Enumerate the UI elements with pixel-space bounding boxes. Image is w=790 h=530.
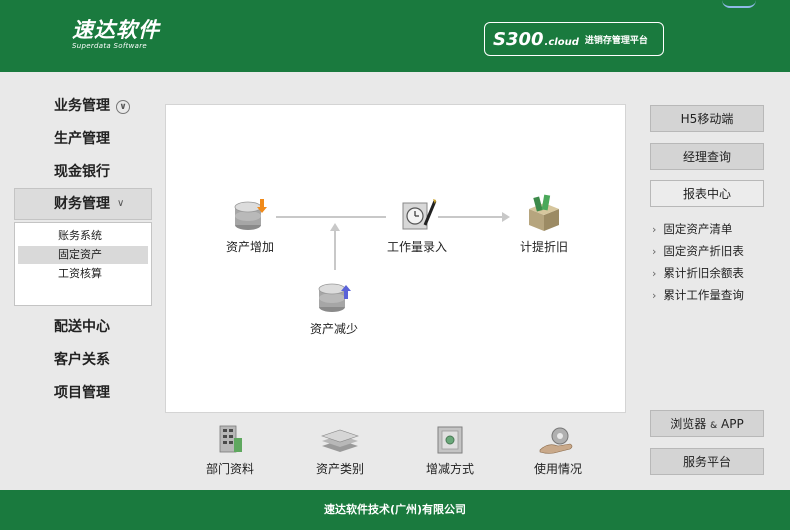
report-link-accumulated-balance[interactable]: › 累计折旧余额表 — [652, 264, 744, 282]
stacked-papers-icon — [321, 429, 359, 452]
database-reduce-icon — [318, 283, 351, 312]
submenu-item-payroll[interactable]: 工资核算 — [18, 265, 148, 283]
report-link-label: 固定资产折旧表 — [663, 244, 744, 258]
flow-node-asset-add[interactable]: 资产增加 — [220, 195, 280, 255]
flow-node-label: 工作量录入 — [386, 240, 447, 254]
flow-node-label: 计提折旧 — [519, 240, 568, 254]
browser-app-button[interactable]: 浏览器 & APP — [650, 410, 764, 437]
chevron-right-icon: › — [652, 245, 657, 258]
logo-sub-text: Superdata Software — [72, 42, 148, 50]
footer-company-name: 速达软件技术(广州)有限公司 — [323, 503, 467, 516]
manager-query-button[interactable]: 经理查询 — [650, 143, 764, 170]
open-box-icon — [529, 194, 559, 231]
chevron-right-icon: › — [652, 289, 657, 302]
footer-bar: 速达软件技术(广州)有限公司 — [0, 490, 790, 530]
chevron-right-icon: › — [652, 223, 657, 236]
clock-pen-icon — [402, 199, 437, 230]
workflow-panel: 资产增加 工作量录入 计提折旧 资产减少 — [165, 104, 626, 413]
h5-mobile-button[interactable]: H5移动端 — [650, 105, 764, 132]
flow-node-work-entry[interactable]: 工作量录入 — [382, 195, 452, 255]
nav-item-finance[interactable]: 财务管理 ∨ — [14, 188, 152, 220]
report-link-label: 累计工作量查询 — [663, 288, 744, 302]
nav-item-business[interactable]: 业务管理 ∨ — [54, 96, 130, 116]
company-logo: 速达软件 Superdata Software — [72, 18, 160, 50]
nav-item-crm[interactable]: 客户关系 — [54, 350, 110, 370]
browser-label: 浏览器 — [670, 417, 707, 431]
nav-item-delivery[interactable]: 配送中心 — [54, 317, 110, 337]
database-add-icon — [234, 199, 267, 230]
flow-connector — [334, 230, 336, 270]
arrow-right-icon — [502, 212, 510, 222]
report-center-button[interactable]: 报表中心 — [650, 180, 764, 207]
building-icon — [219, 425, 242, 453]
tool-department-data[interactable]: 部门资料 — [190, 424, 270, 477]
flow-node-asset-reduce[interactable]: 资产减少 — [304, 277, 364, 337]
safe-icon — [437, 426, 463, 454]
flow-node-label: 资产增加 — [225, 240, 274, 254]
ampersand-label: & — [710, 421, 718, 431]
logo-main-text: 速达软件 — [72, 18, 160, 42]
tool-label: 部门资料 — [205, 462, 254, 476]
product-description: 进销存管理平台 — [584, 35, 648, 46]
finance-submenu: 账务系统 固定资产 工资核算 — [14, 222, 152, 306]
tool-label: 增减方式 — [425, 462, 474, 476]
report-link-label: 累计折旧余额表 — [663, 266, 744, 280]
nav-item-label: 业务管理 — [54, 98, 110, 114]
product-code: S300 — [493, 28, 544, 50]
submenu-item-accounting[interactable]: 账务系统 — [18, 227, 148, 245]
gear-hand-icon — [539, 427, 573, 454]
chevron-down-icon: ∨ — [116, 100, 130, 114]
nav-item-label: 财务管理 — [54, 196, 110, 212]
tool-label: 资产类别 — [315, 462, 364, 476]
flow-node-label: 资产减少 — [309, 322, 358, 336]
report-link-asset-list[interactable]: › 固定资产清单 — [652, 220, 732, 238]
top-corner-decoration — [722, 0, 756, 8]
flow-connector — [276, 216, 386, 218]
tool-change-method[interactable]: 增减方式 — [410, 424, 490, 477]
report-link-depreciation-table[interactable]: › 固定资产折旧表 — [652, 242, 744, 260]
report-link-workload-query[interactable]: › 累计工作量查询 — [652, 286, 744, 304]
header-bar: 速达软件 Superdata Software S300 .cloud 进销存管… — [0, 0, 790, 72]
product-cloud: .cloud — [544, 36, 579, 48]
tool-usage-status[interactable]: 使用情况 — [518, 424, 598, 477]
double-chevron-down-icon: ∨ — [117, 198, 125, 209]
chevron-right-icon: › — [652, 267, 657, 280]
nav-item-projects[interactable]: 项目管理 — [54, 383, 110, 403]
arrow-up-icon — [330, 223, 340, 231]
submenu-item-fixed-assets[interactable]: 固定资产 — [18, 246, 148, 264]
nav-item-production[interactable]: 生产管理 — [54, 129, 110, 149]
app-label: APP — [721, 417, 744, 431]
tool-label: 使用情况 — [533, 462, 582, 476]
tool-asset-category[interactable]: 资产类别 — [300, 424, 380, 477]
service-platform-button[interactable]: 服务平台 — [650, 448, 764, 475]
report-link-label: 固定资产清单 — [663, 222, 733, 236]
product-badge: S300 .cloud 进销存管理平台 — [484, 22, 664, 56]
nav-item-cash-bank[interactable]: 现金银行 — [54, 162, 110, 182]
flow-node-depreciation[interactable]: 计提折旧 — [514, 193, 574, 255]
